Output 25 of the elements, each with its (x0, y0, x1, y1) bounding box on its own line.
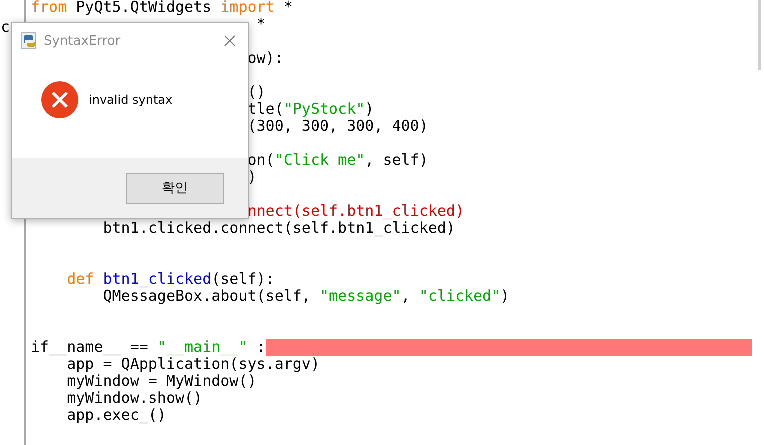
code-line: app = QApplication(sys.argv) (67, 356, 320, 373)
python-icon (21, 32, 39, 50)
code-line: def btn1_clicked(self): (66, 271, 275, 288)
code-line: tle("PyStock") (248, 101, 374, 118)
code-line: myWindow = MyWindow() (66, 373, 257, 390)
code-line: btn1.clicked.connect(self.btn1_clicked) (102, 220, 456, 237)
code-line: (300, 300, 300, 400) (248, 118, 428, 135)
code-line: nnect(self.btn1_clicked) (248, 203, 464, 220)
code-line: app.exec_() (66, 407, 166, 424)
error-message: invalid syntax (89, 92, 173, 106)
code-line: from PyQt5.QtWidgets import * (31, 0, 293, 16)
code-line: () (248, 84, 266, 101)
code-line: on("Click me", self) (248, 152, 428, 169)
code-line: QMessageBox.about(self, "message", "clicked") (102, 288, 510, 305)
scrollbar-thumb[interactable] (758, 0, 761, 70)
code-line: ) (248, 169, 257, 186)
error-icon (41, 80, 79, 118)
code-line: * (256, 16, 266, 33)
code-line: ow): (248, 50, 284, 67)
dialog-title: SyntaxError (44, 34, 122, 48)
close-icon[interactable] (224, 35, 236, 47)
code-line: if__name__ == "__main__" : (31, 339, 266, 356)
code-fragment: c (1, 19, 10, 36)
code-line: myWindow.show() (66, 390, 203, 407)
ok-button[interactable]: 확인 (126, 172, 224, 204)
